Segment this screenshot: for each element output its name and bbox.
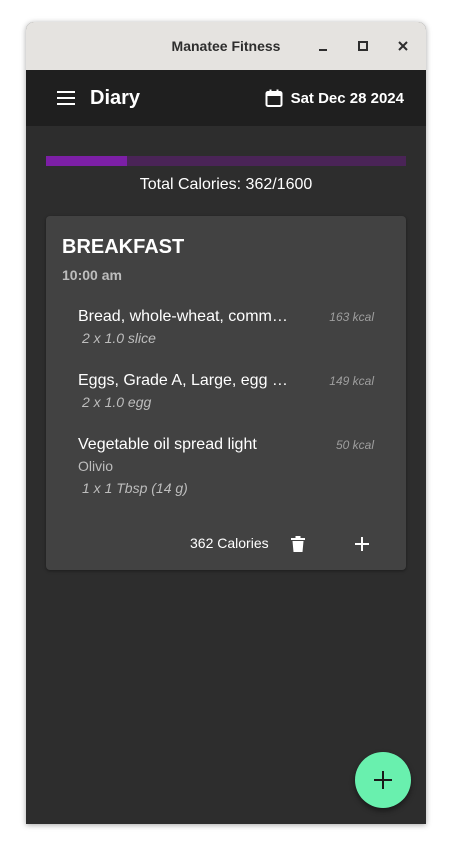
food-brand: Olivio [78,458,114,474]
meal-name: BREAKFAST [62,236,185,258]
menu-button[interactable] [54,86,78,110]
food-entry[interactable]: Bread, whole-wheat, commercially prepare… [46,308,406,348]
total-calories-label: Total Calories: 362/1600 [139,176,313,193]
close-button[interactable] [391,34,415,58]
food-entry[interactable]: Vegetable oil spread light 50 kcal Olivi… [46,436,406,498]
food-kcal: 149 kcal [329,374,374,388]
maximize-button[interactable] [351,34,375,58]
date-label: Sat Dec 28 2024 [290,89,404,107]
trash-icon [291,536,305,552]
close-icon [398,41,408,51]
food-entry[interactable]: Eggs, Grade A, Large, egg whole 149 kcal… [46,372,406,412]
delete-meal-button[interactable] [286,532,310,556]
add-meal-fab[interactable] [355,752,411,808]
meal-time: 10:00 am [62,267,122,283]
food-kcal: 163 kcal [329,310,374,324]
app-window: Manatee Fitness Diary Sat Dec 28 2024 To… [26,22,426,824]
maximize-icon [358,41,368,51]
food-quantity: 2 x 1.0 egg [82,394,152,410]
minimize-icon [319,49,327,51]
food-quantity: 2 x 1.0 slice [82,330,156,346]
add-food-button[interactable] [350,532,374,556]
meal-card: BREAKFAST 10:00 am Bread, whole-wheat, c… [46,216,406,570]
plus-icon [355,537,369,551]
food-name: Eggs, Grade A, Large, egg whole [78,372,294,389]
date-picker-button[interactable]: Sat Dec 28 2024 [265,82,404,114]
food-name: Bread, whole-wheat, commercially prepare… [78,308,294,325]
calendar-icon [265,89,283,107]
calorie-progress-fill [46,156,128,166]
app-bar: Diary Sat Dec 28 2024 [26,70,426,126]
calorie-progress-bar [46,156,406,166]
page-title: Diary [90,87,141,109]
food-name: Vegetable oil spread light [78,436,257,453]
minimize-button[interactable] [311,34,335,58]
meal-card-footer: 362 Calories [46,532,406,556]
window-titlebar[interactable]: Manatee Fitness [26,22,426,71]
plus-icon [374,771,392,789]
meal-total-calories: 362 Calories [190,535,269,551]
menu-icon [57,91,75,105]
food-quantity: 1 x 1 Tbsp (14 g) [82,480,188,496]
food-kcal: 50 kcal [335,438,374,452]
